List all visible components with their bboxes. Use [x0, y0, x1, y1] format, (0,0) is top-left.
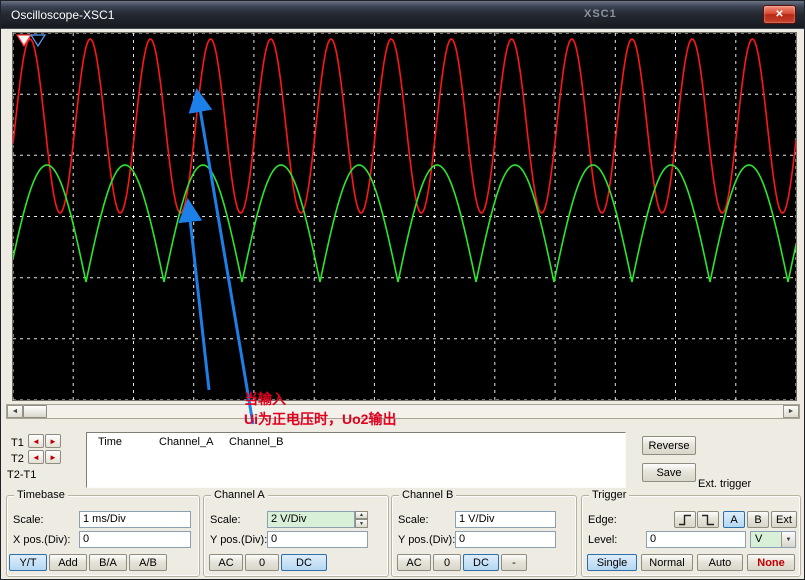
trigger-edge-label: Edge: [588, 514, 617, 526]
channel-b-invert-button[interactable]: - [501, 554, 527, 571]
channel-a-scale-label: Scale: [210, 514, 241, 526]
trigger-auto-button[interactable]: Auto [697, 554, 743, 571]
column-channel-a: Channel_A [159, 436, 213, 448]
scope-hscrollbar[interactable]: ◄ ► [6, 404, 800, 419]
measurement-readout: Time Channel_A Channel_B [86, 432, 626, 488]
add-mode-button[interactable]: Add [49, 554, 87, 571]
scroll-left-icon: ◄ [12, 408, 19, 415]
column-time: Time [98, 436, 122, 448]
channel-a-0-button[interactable]: 0 [245, 554, 279, 571]
up-arrow-icon: ▲ [359, 512, 364, 518]
right-triangle-icon: ► [49, 453, 57, 462]
t2-t1-label: T2-T1 [7, 469, 36, 481]
falling-edge-button[interactable] [697, 511, 719, 528]
channel-b-scale-label: Scale: [398, 514, 429, 526]
t1-label: T1 [11, 437, 24, 449]
close-icon: ✕ [775, 9, 783, 20]
channel-a-title: Channel A [211, 489, 268, 501]
falling-edge-icon [701, 514, 715, 526]
yt-mode-button[interactable]: Y/T [9, 554, 47, 571]
annotation-text-line1: 当输入 [244, 389, 286, 409]
t2-left-button[interactable]: ◄ [28, 450, 44, 464]
column-channel-b: Channel_B [229, 436, 283, 448]
trigger-title: Trigger [589, 489, 629, 501]
channel-a-ypos-label: Y pos.(Div): [210, 534, 267, 546]
timebase-scale-field[interactable]: 1 ms/Div [79, 511, 191, 528]
spin-down-button[interactable]: ▼ [355, 519, 368, 528]
annotation-text-line2: Ui为正电压时，Uo2输出 [244, 409, 396, 429]
channel-a-ac-button[interactable]: AC [209, 554, 243, 571]
right-triangle-icon: ► [49, 437, 57, 446]
timebase-xpos-field[interactable]: 0 [79, 531, 191, 548]
channel-b-ypos-field[interactable]: 0 [455, 531, 556, 548]
oscilloscope-window: Oscilloscope-XSC1 XSC1 ✕ 当输入 Ui为正电压时，Uo2… [0, 0, 805, 580]
channel-a-scale-spinner: ▲ ▼ [355, 511, 368, 528]
trigger-normal-button[interactable]: Normal [641, 554, 693, 571]
channel-b-0-button[interactable]: 0 [433, 554, 461, 571]
trigger-level-field[interactable]: 0 [646, 531, 746, 548]
rising-edge-button[interactable] [674, 511, 696, 528]
trigger-source-b-button[interactable]: B [747, 511, 769, 528]
channel-b-ac-button[interactable]: AC [397, 554, 431, 571]
t2-label: T2 [11, 453, 24, 465]
dropdown-button[interactable]: ▼ [781, 532, 795, 547]
window-title: Oscilloscope-XSC1 [11, 8, 114, 22]
save-button[interactable]: Save [642, 463, 696, 482]
reverse-button[interactable]: Reverse [642, 436, 696, 455]
channel-b-scale-field[interactable]: 1 V/Div [455, 511, 556, 528]
trigger-level-unit: V [755, 533, 762, 545]
title-bar[interactable]: Oscilloscope-XSC1 XSC1 ✕ [1, 1, 804, 29]
left-triangle-icon: ◄ [32, 453, 40, 462]
scroll-right-button[interactable]: ► [783, 405, 799, 418]
timebase-xpos-label: X pos.(Div): [13, 534, 70, 546]
trigger-source-ext-button[interactable]: Ext [771, 511, 797, 528]
trigger-none-button[interactable]: None [747, 554, 795, 571]
channel-b-dc-button[interactable]: DC [463, 554, 499, 571]
ba-mode-button[interactable]: B/A [89, 554, 127, 571]
chevron-down-icon: ▼ [786, 537, 792, 543]
channel-a-dc-button[interactable]: DC [281, 554, 327, 571]
spin-up-button[interactable]: ▲ [355, 511, 368, 519]
timebase-scale-label: Scale: [13, 514, 44, 526]
trigger-source-a-button[interactable]: A [723, 511, 745, 528]
trigger-level-label: Level: [588, 534, 617, 546]
ext-trigger-label: Ext. trigger [698, 478, 751, 490]
background-label-xsc1: XSC1 [584, 8, 617, 20]
close-button[interactable]: ✕ [763, 5, 796, 24]
channel-a-scale-field[interactable]: 2 V/Div [267, 511, 355, 528]
channel-a-ypos-field[interactable]: 0 [267, 531, 368, 548]
channel-b-title: Channel B [399, 489, 456, 501]
t1-right-button[interactable]: ► [45, 434, 61, 448]
scroll-thumb[interactable] [23, 405, 47, 418]
timebase-title: Timebase [14, 489, 68, 501]
channel-b-ypos-label: Y pos.(Div): [398, 534, 455, 546]
channel-b-wave [13, 165, 796, 282]
down-arrow-icon: ▼ [359, 521, 364, 527]
t2-right-button[interactable]: ► [45, 450, 61, 464]
scope-display[interactable] [12, 32, 797, 401]
trigger-level-unit-dropdown[interactable]: V ▼ [750, 531, 796, 548]
left-triangle-icon: ◄ [32, 437, 40, 446]
channel-a-wave [13, 39, 796, 213]
scroll-right-icon: ► [788, 408, 795, 415]
scope-canvas [13, 33, 796, 400]
ab-mode-button[interactable]: A/B [129, 554, 167, 571]
scroll-left-button[interactable]: ◄ [7, 405, 23, 418]
t1-left-button[interactable]: ◄ [28, 434, 44, 448]
rising-edge-icon [678, 514, 692, 526]
trigger-single-button[interactable]: Single [587, 554, 637, 571]
